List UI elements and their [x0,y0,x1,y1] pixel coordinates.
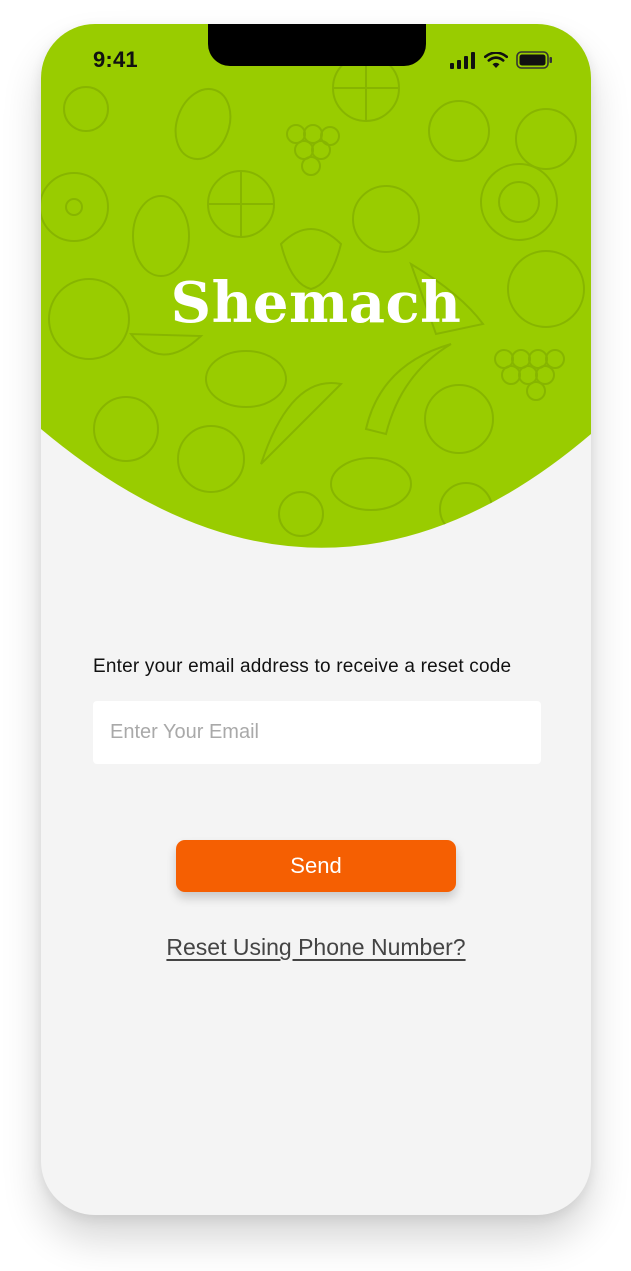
device-notch [208,24,426,66]
status-icons [450,51,553,69]
cellular-signal-icon [450,51,475,69]
phone-frame: Shemach 9:41 Enter your email address to… [41,24,591,1215]
wifi-icon [484,51,508,68]
hero-banner: Shemach [41,24,591,549]
send-button[interactable]: Send [176,840,456,892]
brand-logo: Shemach [170,270,462,336]
battery-icon [516,51,552,69]
reset-using-phone-link[interactable]: Reset Using Phone Number? [41,934,591,961]
email-input[interactable] [93,701,541,764]
status-time: 9:41 [93,47,138,72]
reset-instructions: Enter your email address to receive a re… [93,656,512,677]
